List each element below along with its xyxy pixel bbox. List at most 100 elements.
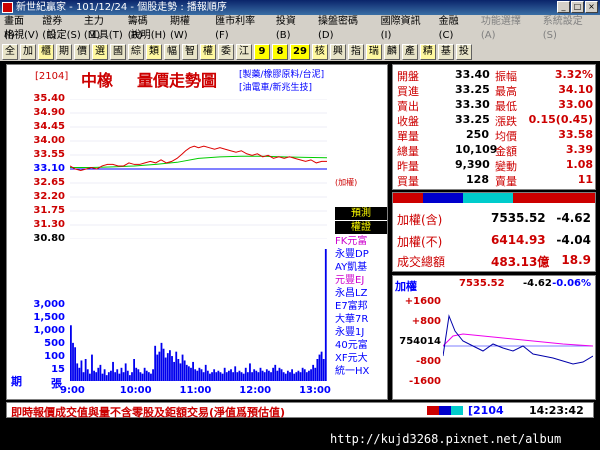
volume-bar (198, 367, 201, 381)
toolbar-button[interactable]: 選 (92, 44, 108, 60)
broker-item[interactable]: 永豐DP (335, 248, 387, 261)
volume-bar (82, 372, 85, 381)
broker-item[interactable]: 大華7R (335, 313, 387, 326)
index-label: 加權(不) (397, 235, 443, 249)
toolbar-button[interactable]: 投 (455, 44, 472, 60)
toolbar-button[interactable]: 櫃 (38, 44, 54, 60)
quote-label: 振幅 (495, 70, 517, 83)
toolbar: 全加櫃期價選國綜類幅智權委江 9 8 29 核興指瑞麟產精基投 (0, 43, 600, 61)
toolbar-button[interactable]: 價 (74, 44, 90, 60)
menu-item[interactable]: 操盤密碼(D) (314, 15, 377, 41)
volume-bar (217, 370, 220, 381)
toolbar-button[interactable]: 期 (56, 44, 72, 60)
warrant-button[interactable]: 權證 (335, 221, 387, 234)
close-icon[interactable]: × (585, 1, 598, 13)
menu-item[interactable]: 說明(H) (127, 29, 170, 43)
index-value: 483.13億 (491, 255, 550, 269)
menu-item[interactable]: 籌碼(R) (124, 15, 166, 41)
menu-item[interactable]: 系統設定(S) (539, 15, 600, 41)
volume-bar (303, 369, 306, 381)
menu-item[interactable]: 設定(S) (43, 29, 85, 43)
broker-item[interactable]: AY凱基 (335, 261, 387, 274)
menu-item[interactable]: 畫面(I) (0, 15, 38, 41)
toolbar-button[interactable]: 9 (254, 44, 270, 60)
plot-area[interactable] (69, 98, 328, 381)
toolbar-button[interactable]: 全 (2, 44, 18, 60)
quote-label: 買量 (397, 175, 419, 188)
toolbar-button[interactable]: 綜 (128, 44, 144, 60)
toolbar-button[interactable]: 精 (419, 44, 436, 60)
toolbar-button[interactable]: 興 (329, 44, 346, 60)
index-value: 7535.52 (491, 211, 546, 225)
toolbar-button[interactable]: 8 (272, 44, 288, 60)
volume-bar (291, 369, 293, 381)
toolbar-button[interactable]: 產 (401, 44, 418, 60)
toolbar-button[interactable]: 類 (146, 44, 162, 60)
toolbar-button[interactable]: 權 (200, 44, 216, 60)
quote-value: 0.15(0.45) (528, 113, 593, 126)
toolbar-button[interactable]: 智 (182, 44, 198, 60)
toolbar-button[interactable]: 29 (290, 44, 310, 60)
broker-item[interactable]: 永昌LZ (335, 287, 387, 300)
menu-item[interactable]: 格視(V) (0, 29, 43, 43)
menu-item[interactable]: 國際資訊(I) (377, 15, 435, 41)
menu-item[interactable]: 金融(C) (435, 15, 477, 41)
volume-bar (234, 366, 237, 381)
volume-bar (204, 364, 207, 381)
toolbar-button[interactable]: 瑞 (365, 44, 382, 60)
index-label: 加權(含) (397, 213, 443, 227)
mini-index-chart[interactable]: 加權 7535.52 -4.62 -0.06% +1600 +800 754014 -… (392, 275, 596, 400)
minimize-icon[interactable]: _ (557, 1, 570, 13)
menu-item[interactable]: 功能選擇(A) (477, 15, 539, 41)
volume-bar (324, 249, 327, 381)
broker-item[interactable]: E7富邦 (335, 300, 387, 313)
mini-tick: +1600 (404, 296, 441, 307)
menu-item[interactable]: 證券(E) (38, 15, 80, 41)
broker-item[interactable]: 永豐1J (335, 326, 387, 339)
volume-bar (316, 359, 319, 381)
price-tick: 30.80 (33, 233, 65, 244)
toolbar-button[interactable]: 指 (347, 44, 364, 60)
menu-item[interactable]: 投資(B) (272, 15, 314, 41)
broker-item[interactable]: XF元大 (335, 352, 387, 365)
toolbar-button[interactable]: 麟 (383, 44, 400, 60)
forecast-button[interactable]: 預測 (335, 207, 387, 220)
volume-bar (160, 342, 163, 381)
maximize-icon[interactable]: □ (571, 1, 584, 13)
broker-item[interactable]: 統一HX (335, 365, 387, 378)
footer-code[interactable]: [2104 (468, 404, 504, 417)
volume-bar (282, 372, 285, 381)
menu-item[interactable]: 工具(T) (85, 29, 127, 43)
menu-item[interactable]: 期權(W) (166, 15, 211, 41)
toolbar-button[interactable]: 國 (110, 44, 126, 60)
toolbar-button[interactable]: 委 (218, 44, 234, 60)
index-row-taiex-incl[interactable]: 加權(含) 7535.52 -4.62 (397, 211, 593, 233)
toolbar-button[interactable]: 基 (437, 44, 454, 60)
volume-bar (131, 372, 133, 381)
toolbar-button[interactable]: 加 (20, 44, 36, 60)
volume-bar (305, 372, 308, 381)
chart-title: 量價走勢圖 (137, 71, 218, 90)
quote-row: 收盤 33.25 漲跌 0.15(0.45) (393, 113, 597, 128)
broker-item[interactable]: 40元富 (335, 339, 387, 352)
volume-bar (101, 373, 104, 381)
volume-bar (240, 372, 243, 381)
volume-bar (156, 354, 159, 381)
broker-item[interactable]: FK元富 (335, 235, 387, 248)
mini-change: -4.62 (523, 278, 552, 289)
menu-item[interactable]: 主力(M) (80, 15, 124, 41)
app-icon[interactable] (2, 2, 13, 13)
broker-item[interactable]: 元豐EJ (335, 274, 387, 287)
volume-bar (110, 370, 112, 381)
index-row-turnover[interactable]: 成交總額 483.13億 18.9 (397, 253, 593, 275)
menu-item[interactable]: 匯市利率(F) (211, 15, 272, 41)
volume-bar (289, 372, 291, 381)
volume-bar (112, 361, 114, 381)
toolbar-button[interactable]: 核 (311, 44, 328, 60)
toolbar-button[interactable]: 江 (236, 44, 252, 60)
index-row-taiex-excl[interactable]: 加權(不) 6414.93 -4.04 (397, 233, 593, 255)
volume-bar (99, 364, 102, 381)
toolbar-button[interactable]: 幅 (164, 44, 180, 60)
volume-bar (276, 370, 279, 381)
volume-bar (139, 372, 142, 381)
